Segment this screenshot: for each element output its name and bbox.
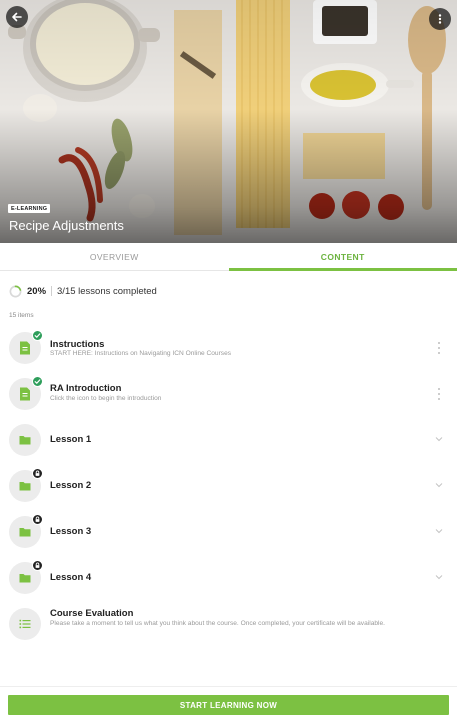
item-more-icon[interactable] bbox=[437, 388, 441, 400]
items-count: 15 items bbox=[9, 312, 34, 319]
list-item[interactable]: Lesson 4 bbox=[0, 558, 457, 598]
item-icon-circle bbox=[9, 330, 43, 364]
lock-icon bbox=[32, 468, 43, 479]
item-subtitle: Please take a moment to tell us what you… bbox=[50, 620, 385, 627]
completed-check-icon bbox=[32, 330, 43, 341]
footer-divider bbox=[0, 686, 457, 687]
item-icon-circle bbox=[9, 560, 43, 594]
chevron-down-icon[interactable] bbox=[435, 574, 443, 580]
course-progress: 20% 3/15 lessons completed bbox=[9, 284, 157, 298]
item-subtitle: START HERE: Instructions on Navigating I… bbox=[50, 350, 232, 357]
item-title: Lesson 3 bbox=[50, 526, 92, 537]
item-icon-circle bbox=[9, 424, 41, 456]
completed-check-icon bbox=[32, 376, 43, 387]
list-icon bbox=[19, 619, 31, 629]
progress-ring-icon bbox=[9, 285, 22, 297]
item-title: Lesson 1 bbox=[50, 434, 92, 445]
course-title: Recipe Adjustments bbox=[9, 218, 124, 233]
list-item[interactable]: RA Introduction Click the icon to begin … bbox=[0, 374, 457, 414]
list-item[interactable]: Lesson 2 bbox=[0, 466, 457, 506]
arrow-left-icon bbox=[12, 12, 22, 22]
progress-divider bbox=[51, 286, 53, 296]
item-icon-circle bbox=[9, 514, 43, 548]
item-title: Course Evaluation bbox=[50, 608, 134, 619]
start-learning-button[interactable]: START LEARNING NOW bbox=[8, 695, 449, 715]
folder-icon bbox=[19, 436, 31, 445]
lock-icon bbox=[32, 514, 43, 525]
list-item[interactable]: Instructions START HERE: Instructions on… bbox=[0, 328, 457, 368]
item-icon-circle bbox=[9, 608, 41, 640]
item-icon-circle bbox=[9, 376, 43, 410]
tab-content[interactable]: CONTENT bbox=[228, 243, 457, 271]
folder-icon bbox=[19, 528, 31, 537]
progress-percent: 20% bbox=[27, 285, 47, 297]
list-item[interactable]: Lesson 3 bbox=[0, 512, 457, 552]
course-type-badge: E-LEARNING bbox=[8, 204, 51, 213]
item-title: Instructions bbox=[50, 339, 105, 350]
item-title: Lesson 4 bbox=[50, 572, 92, 583]
item-subtitle: Click the icon to begin the introduction bbox=[50, 395, 162, 402]
chevron-down-icon[interactable] bbox=[435, 482, 443, 488]
document-icon bbox=[20, 387, 30, 401]
more-vertical-icon bbox=[438, 14, 442, 24]
more-options-button[interactable] bbox=[429, 8, 451, 30]
item-title: RA Introduction bbox=[50, 383, 122, 394]
list-item[interactable]: Course Evaluation Please take a moment t… bbox=[0, 604, 457, 650]
item-title: Lesson 2 bbox=[50, 480, 92, 491]
folder-icon bbox=[19, 574, 31, 583]
item-more-icon[interactable] bbox=[437, 342, 441, 354]
back-button[interactable] bbox=[6, 6, 28, 28]
lessons-completed-text: 3/15 lessons completed bbox=[57, 285, 157, 297]
list-item[interactable]: Lesson 1 bbox=[0, 420, 457, 460]
chevron-down-icon[interactable] bbox=[435, 436, 443, 442]
lock-icon bbox=[32, 560, 43, 571]
folder-icon bbox=[19, 482, 31, 491]
hero-gradient-overlay bbox=[0, 0, 457, 243]
course-hero: E-LEARNING Recipe Adjustments bbox=[0, 0, 457, 243]
item-icon-circle bbox=[9, 468, 43, 502]
tab-overview[interactable]: OVERVIEW bbox=[0, 243, 229, 270]
course-tabs: OVERVIEW CONTENT bbox=[0, 243, 457, 271]
chevron-down-icon[interactable] bbox=[435, 528, 443, 534]
document-icon bbox=[20, 341, 30, 355]
